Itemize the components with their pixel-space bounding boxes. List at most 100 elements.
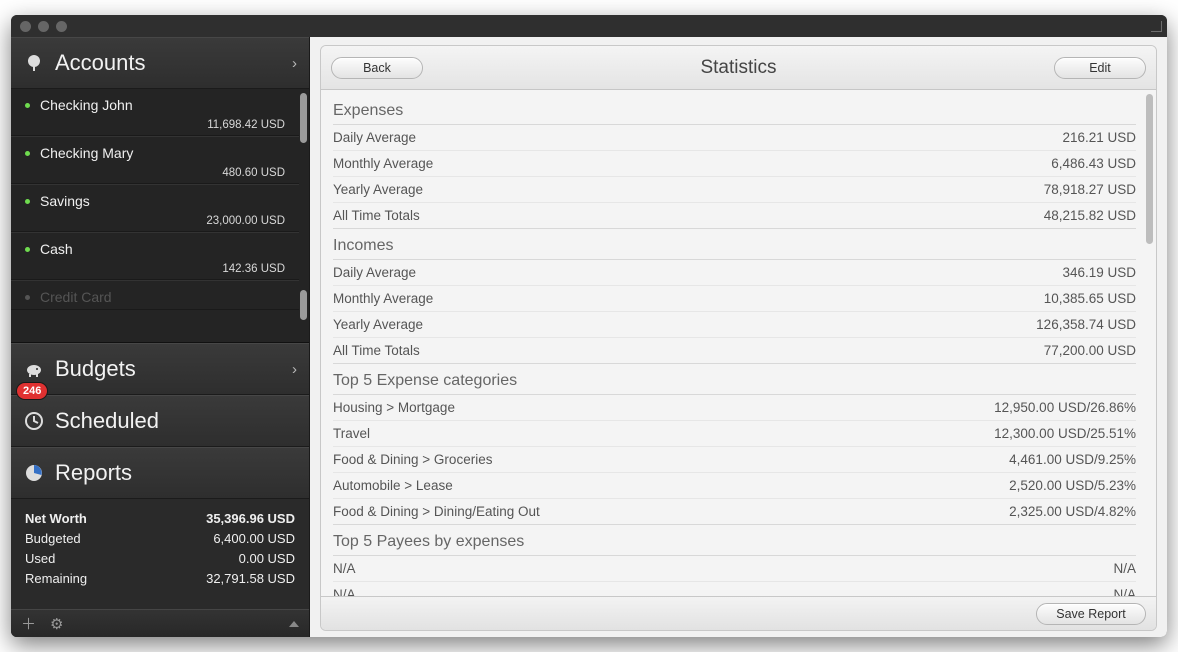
pie-chart-icon [23,462,45,484]
resize-icon[interactable] [1149,19,1163,33]
stat-value: 6,486.43 USD [1051,155,1136,172]
minimize-icon[interactable] [38,21,49,32]
stat-label: Food & Dining > Groceries [333,451,492,468]
stat-value: N/A [1113,586,1136,596]
top-payees-group: Top 5 Payees by expenses N/AN/A N/AN/A [333,527,1136,596]
account-name: Checking Mary [40,145,133,161]
stat-label: Housing > Mortgage [333,399,455,416]
account-name: Credit Card [40,289,112,305]
scheduled-header-label: Scheduled [55,408,159,434]
stat-value: 4,461.00 USD/9.25% [1009,451,1136,468]
page-title: Statistics [321,57,1156,79]
account-balance: 480.60 USD [25,167,285,179]
account-item[interactable]: Credit Card [11,280,299,310]
stat-label: All Time Totals [333,207,420,224]
stat-row: N/AN/A [333,582,1136,596]
stat-label: Daily Average [333,264,416,281]
stat-row: Food & Dining > Groceries 4,461.00 USD/9.… [333,447,1136,473]
save-report-label: Save Report [1056,607,1125,621]
accounts-scrollbar[interactable] [300,93,307,338]
add-icon[interactable]: ＋ [21,613,36,634]
sidebar-header-reports[interactable]: Reports [11,447,309,499]
sidebar: Accounts › Checking John 11,698.42 USD C… [11,37,309,637]
stat-row: Yearly Average 126,358.74 USD [333,312,1136,338]
app-window: Accounts › Checking John 11,698.42 USD C… [11,15,1167,637]
edit-button-label: Edit [1089,61,1111,75]
stat-label: Yearly Average [333,316,423,333]
account-balance: 11,698.42 USD [25,119,285,131]
tray-up-icon[interactable] [289,621,299,627]
scheduled-badge: 246 [17,383,47,399]
close-icon[interactable] [20,21,31,32]
account-item[interactable]: Checking John 11,698.42 USD [11,89,299,136]
stat-value: N/A [1113,560,1136,577]
stat-row: Daily Average216.21 USD [333,125,1136,151]
back-button[interactable]: Back [331,57,423,79]
zoom-icon[interactable] [56,21,67,32]
account-name: Savings [40,193,90,209]
stat-value: 346.19 USD [1062,264,1136,281]
stat-value: 126,358.74 USD [1036,316,1136,333]
clock-icon [23,410,45,432]
stat-label: Monthly Average [333,290,433,307]
account-name: Cash [40,241,73,257]
piggy-icon [23,358,45,380]
status-dot-icon [25,151,30,156]
budgeted-value: 6,400.00 USD [213,529,295,549]
account-item[interactable]: Cash 142.36 USD [11,232,299,280]
stat-row: Daily Average 346.19 USD [333,260,1136,286]
status-dot-icon [25,247,30,252]
stat-row: Food & Dining > Dining/Eating Out 2,325.0… [333,499,1136,525]
stat-value: 12,300.00 USD/25.51% [994,425,1136,442]
stats-content: Expenses Daily Average216.21 USD Monthly… [321,90,1156,596]
stat-label: All Time Totals [333,342,420,359]
stat-row: Automobile > Lease 2,520.00 USD/5.23% [333,473,1136,499]
stat-value: 10,385.65 USD [1044,290,1136,307]
main-panel: Back Statistics Edit Expenses Daily Aver… [309,37,1167,637]
stat-value: 2,520.00 USD/5.23% [1009,477,1136,494]
sidebar-header-scheduled[interactable]: Scheduled [11,395,309,447]
incomes-title: Incomes [333,231,1136,260]
gear-icon[interactable]: ⚙ [50,615,63,633]
status-dot-icon [25,199,30,204]
accounts-header-label: Accounts [55,50,146,76]
used-value: 0.00 USD [239,549,295,569]
account-item[interactable]: Savings 23,000.00 USD [11,184,299,232]
top-expense-categories-title: Top 5 Expense categories [333,366,1136,395]
content-scrollbar[interactable] [1146,94,1153,244]
account-balance: 23,000.00 USD [25,215,285,227]
stat-value: 48,215.82 USD [1044,207,1136,224]
stat-row: Housing > Mortgage 12,950.00 USD/26.86% [333,395,1136,421]
status-dot-icon [25,103,30,108]
stat-row: All Time Totals 48,215.82 USD [333,203,1136,229]
remaining-label: Remaining [25,569,87,589]
stat-value: 12,950.00 USD/26.86% [994,399,1136,416]
account-name: Checking John [40,97,133,113]
stat-value: 2,325.00 USD/4.82% [1009,503,1136,520]
stat-row: All Time Totals77,200.00 USD [333,338,1136,364]
status-dot-icon [25,295,30,300]
expenses-group: Expenses Daily Average216.21 USD Monthly… [333,96,1136,229]
edit-button[interactable]: Edit [1054,57,1146,79]
stat-value: 216.21 USD [1062,129,1136,146]
save-report-button[interactable]: Save Report [1036,603,1146,625]
budgets-header-label: Budgets [55,356,136,382]
stat-row: Yearly Average78,918.27 USD [333,177,1136,203]
sidebar-header-budgets[interactable]: Budgets › [11,343,309,395]
account-balance: 142.36 USD [25,263,285,275]
reports-header-label: Reports [55,460,132,486]
footer: Save Report [321,596,1156,630]
toolbar: Back Statistics Edit [321,46,1156,90]
stat-row: Monthly Average6,486.43 USD [333,151,1136,177]
stat-label: Food & Dining > Dining/Eating Out [333,503,540,520]
top-payees-title: Top 5 Payees by expenses [333,527,1136,556]
back-button-label: Back [363,61,391,75]
chevron-right-icon: › [292,55,297,72]
stat-label: Automobile > Lease [333,477,453,494]
stat-row: Travel12,300.00 USD/25.51% [333,421,1136,447]
stat-label: Yearly Average [333,181,423,198]
account-item[interactable]: Checking Mary 480.60 USD [11,136,299,184]
sidebar-bottombar: ＋ ⚙ [11,609,309,637]
sidebar-header-accounts[interactable]: Accounts › [11,37,309,89]
incomes-group: Incomes Daily Average 346.19 USD Monthly … [333,231,1136,364]
